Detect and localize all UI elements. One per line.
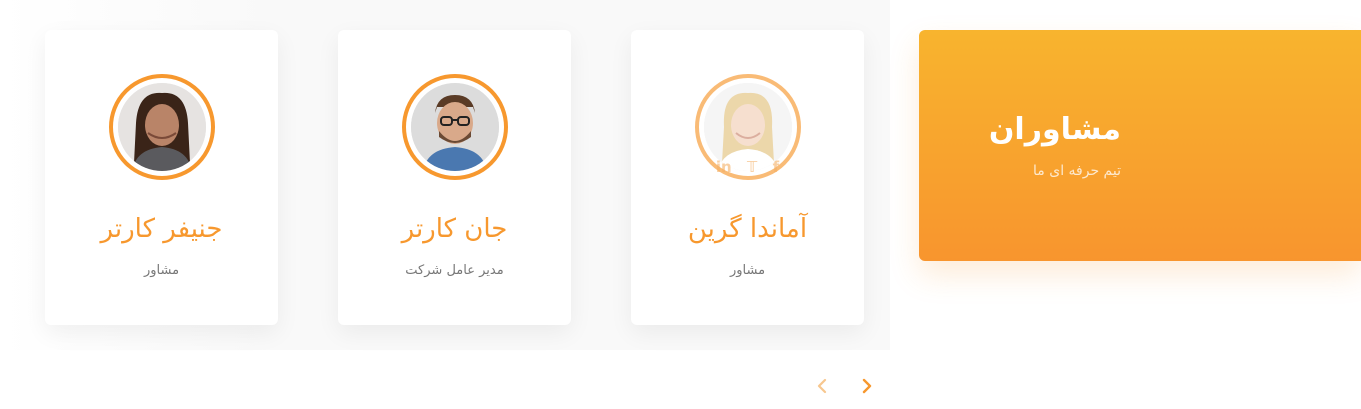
member-role: مشاور — [729, 263, 766, 278]
team-card-john[interactable]: جان کارتر مدیر عامل شرکت — [338, 30, 571, 325]
man-glasses-avatar — [410, 83, 499, 171]
member-role: مشاور — [143, 263, 180, 278]
avatar-ring — [108, 74, 215, 180]
member-name: جنیفر کارتر — [100, 214, 223, 244]
team-card-jennifer[interactable]: جنیفر کارتر مشاور — [45, 30, 278, 325]
team-carousel: جنیفر کارتر مشاور جان کارتر مدیر عامل شر… — [0, 0, 890, 350]
carousel-prev-button[interactable] — [812, 376, 832, 400]
team-card-amanda[interactable]: in 𝕋 f آماندا گرین مشاور — [631, 30, 864, 325]
member-role: مدیر عامل شرکت — [405, 263, 504, 278]
social-links: in 𝕋 f — [631, 158, 864, 176]
avatar-ring — [401, 74, 508, 180]
facebook-icon[interactable]: f — [773, 158, 780, 176]
section-subtitle: تیم حرفه ای ما — [1033, 163, 1121, 179]
chevron-left-icon — [817, 378, 827, 398]
chevron-right-icon — [862, 378, 872, 398]
woman-dark-hair-avatar — [117, 83, 206, 171]
section-heading-panel: مشاوران تیم حرفه ای ما — [919, 30, 1361, 261]
member-name: جان کارتر — [401, 214, 508, 244]
twitter-icon[interactable]: 𝕋 — [747, 158, 757, 176]
section-title: مشاوران — [988, 112, 1121, 147]
member-name: آماندا گرین — [687, 214, 808, 244]
linkedin-icon[interactable]: in — [716, 158, 732, 176]
carousel-next-button[interactable] — [857, 376, 877, 400]
